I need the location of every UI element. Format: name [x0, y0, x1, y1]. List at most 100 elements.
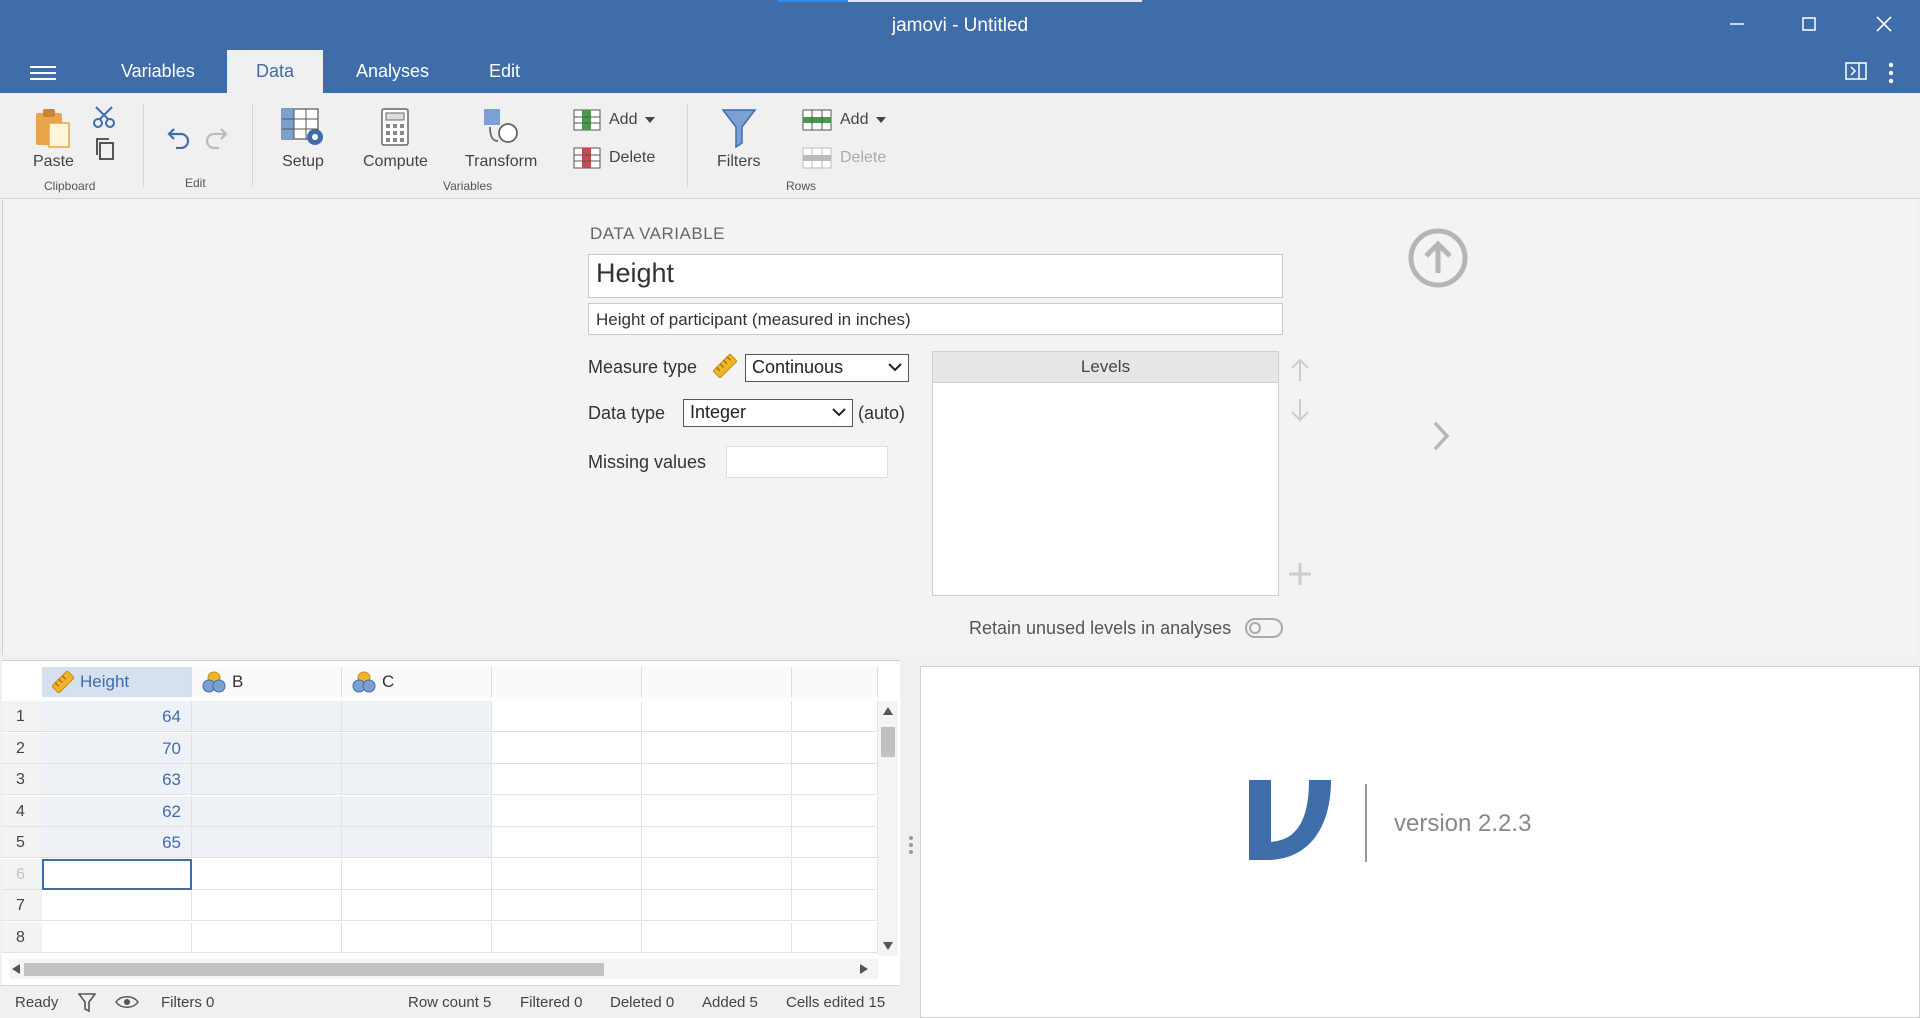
table-cell[interactable]: [792, 764, 878, 795]
measure-type-select[interactable]: Continuous: [745, 354, 909, 382]
maximize-button[interactable]: [1786, 8, 1832, 40]
undo-icon[interactable]: [166, 125, 192, 149]
more-options-icon[interactable]: [1888, 62, 1894, 84]
table-cell[interactable]: [342, 764, 492, 795]
table-cell[interactable]: [42, 921, 192, 953]
table-cell[interactable]: 65: [42, 827, 192, 858]
tab-data[interactable]: Data: [227, 50, 324, 93]
data-type-select[interactable]: Integer: [683, 399, 853, 427]
column-header-empty[interactable]: [792, 667, 878, 697]
table-cell[interactable]: [342, 795, 492, 827]
add-level-icon[interactable]: [1287, 561, 1313, 587]
table-cell[interactable]: [642, 732, 792, 764]
table-cell[interactable]: [192, 921, 342, 953]
table-cell[interactable]: [642, 795, 792, 827]
column-header-b[interactable]: B: [192, 667, 342, 697]
table-cell[interactable]: [642, 890, 792, 921]
table-cell[interactable]: [492, 921, 642, 953]
table-cell[interactable]: [42, 890, 192, 921]
table-cell[interactable]: [192, 764, 342, 795]
scroll-thumb[interactable]: [881, 727, 895, 757]
row-number[interactable]: 8: [2, 921, 42, 953]
transform-button[interactable]: Transform: [465, 107, 537, 171]
cut-icon[interactable]: [92, 105, 116, 129]
row-number[interactable]: 1: [2, 701, 42, 732]
table-cell[interactable]: [792, 795, 878, 827]
retain-levels-toggle[interactable]: [1245, 618, 1283, 638]
scroll-left-icon[interactable]: [12, 964, 20, 974]
scroll-up-icon[interactable]: [883, 707, 893, 715]
table-cell[interactable]: [342, 701, 492, 732]
table-cell[interactable]: 62: [42, 795, 192, 827]
row-number[interactable]: 3: [2, 764, 42, 795]
arrow-up-icon[interactable]: [1289, 357, 1311, 383]
scroll-thumb[interactable]: [24, 963, 604, 976]
delete-variable-button[interactable]: Delete: [573, 147, 655, 169]
close-button[interactable]: [1861, 8, 1907, 40]
filter-icon[interactable]: [78, 993, 96, 1013]
table-cell[interactable]: [792, 732, 878, 764]
table-cell[interactable]: [792, 701, 878, 732]
table-cell[interactable]: [342, 921, 492, 953]
redo-icon[interactable]: [203, 125, 229, 149]
table-cell[interactable]: [492, 764, 642, 795]
table-cell[interactable]: 64: [42, 701, 192, 732]
missing-values-input[interactable]: [726, 446, 888, 478]
compute-button[interactable]: Compute: [363, 107, 428, 171]
column-header-height[interactable]: Height: [42, 667, 192, 697]
column-header-empty[interactable]: [642, 667, 792, 697]
scroll-down-icon[interactable]: [883, 942, 893, 950]
table-cell[interactable]: 70: [42, 732, 192, 764]
panel-splitter[interactable]: [909, 836, 913, 858]
row-number[interactable]: 4: [2, 795, 42, 827]
table-cell[interactable]: [192, 701, 342, 732]
add-variable-button[interactable]: Add: [573, 109, 656, 131]
table-cell[interactable]: [492, 890, 642, 921]
row-number[interactable]: 2: [2, 732, 42, 764]
table-cell[interactable]: [192, 890, 342, 921]
add-row-button[interactable]: Add: [802, 109, 887, 131]
table-cell[interactable]: [342, 890, 492, 921]
table-cell[interactable]: [642, 701, 792, 732]
table-cell[interactable]: [42, 858, 192, 890]
table-cell[interactable]: [492, 858, 642, 890]
table-cell[interactable]: [342, 858, 492, 890]
column-header-empty[interactable]: [492, 667, 642, 697]
tab-edit[interactable]: Edit: [460, 50, 549, 93]
arrow-up-circle-icon[interactable]: [1407, 227, 1469, 289]
table-cell[interactable]: [642, 764, 792, 795]
table-cell[interactable]: [342, 732, 492, 764]
table-cell[interactable]: [642, 827, 792, 858]
copy-icon[interactable]: [94, 137, 116, 161]
table-cell[interactable]: 63: [42, 764, 192, 795]
table-cell[interactable]: [192, 827, 342, 858]
setup-button[interactable]: Setup: [280, 107, 326, 171]
table-cell[interactable]: [192, 858, 342, 890]
vertical-scrollbar[interactable]: [878, 701, 898, 956]
row-number[interactable]: 7: [2, 890, 42, 921]
tab-analyses[interactable]: Analyses: [327, 50, 458, 93]
table-cell[interactable]: [492, 827, 642, 858]
scroll-right-icon[interactable]: [860, 964, 868, 974]
table-cell[interactable]: [492, 701, 642, 732]
table-cell[interactable]: [492, 732, 642, 764]
delete-row-button[interactable]: Delete: [802, 147, 886, 169]
horizontal-scrollbar[interactable]: [10, 959, 878, 979]
paste-button[interactable]: Paste: [33, 107, 74, 171]
table-cell[interactable]: [642, 921, 792, 953]
menu-icon[interactable]: [30, 62, 56, 82]
table-cell[interactable]: [342, 827, 492, 858]
tab-variables[interactable]: Variables: [92, 50, 224, 93]
table-cell[interactable]: [192, 732, 342, 764]
arrow-down-icon[interactable]: [1289, 397, 1311, 423]
table-cell[interactable]: [792, 890, 878, 921]
chevron-right-icon[interactable]: [1431, 420, 1451, 452]
minimize-button[interactable]: [1714, 8, 1760, 40]
table-cell[interactable]: [792, 827, 878, 858]
variable-description-field[interactable]: Height of participant (measured in inche…: [588, 303, 1283, 335]
toggle-results-icon[interactable]: [1845, 62, 1867, 80]
eye-icon[interactable]: [115, 995, 139, 1009]
table-cell[interactable]: [792, 858, 878, 890]
column-header-c[interactable]: C: [342, 667, 492, 697]
variable-name-field[interactable]: Height: [588, 254, 1283, 298]
